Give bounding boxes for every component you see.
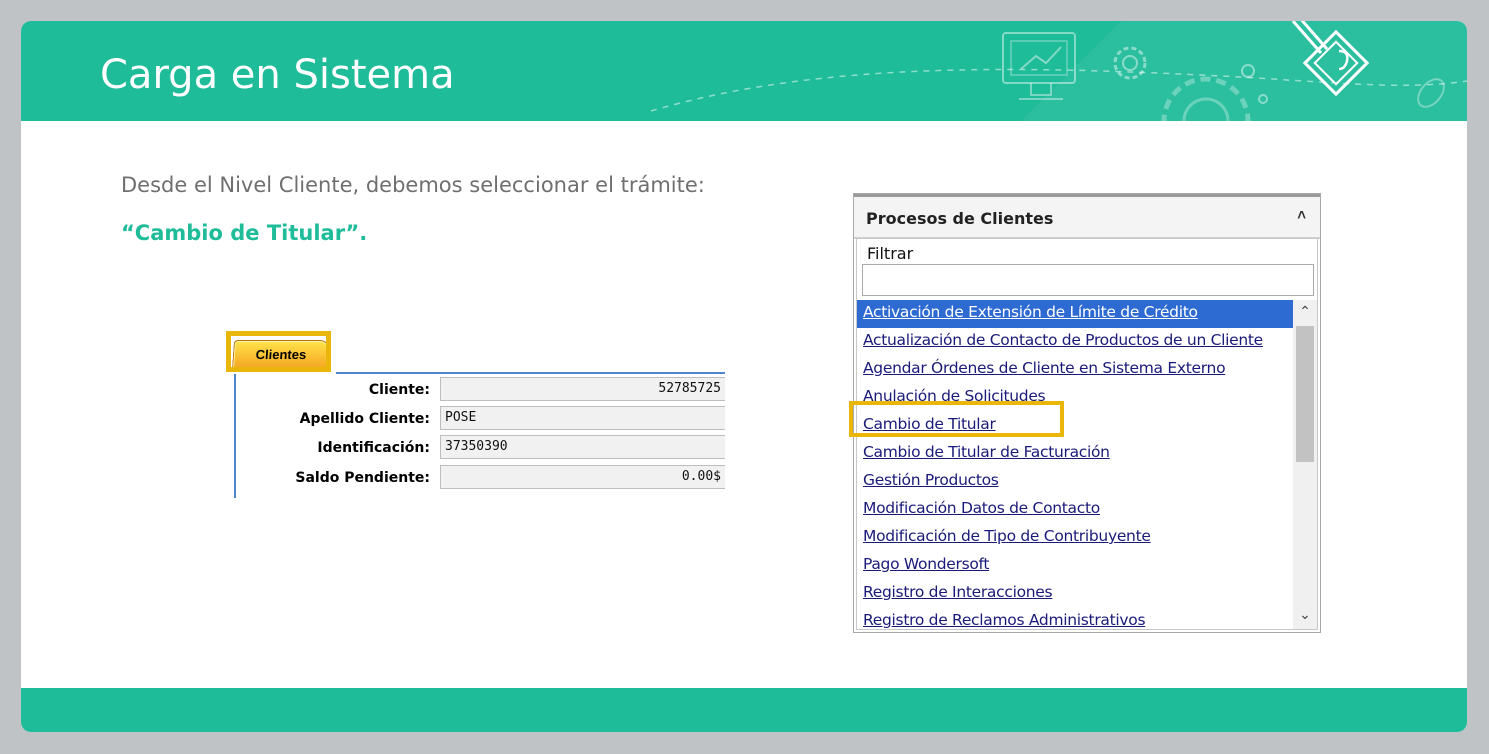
tab-highlight-box	[226, 331, 331, 372]
panel-border	[336, 372, 725, 374]
list-item-gestion-productos[interactable]: Gestión Productos	[857, 468, 1293, 496]
field-label: Cliente:	[368, 382, 430, 398]
double-chevron-up-icon[interactable]: ˄	[1297, 207, 1306, 224]
header-banner: Carga en Sistema	[21, 21, 1467, 121]
form-row-cliente: Cliente: 52785725	[223, 377, 725, 403]
scroll-thumb[interactable]	[1296, 326, 1314, 462]
field-label: Apellido Cliente:	[299, 411, 430, 427]
filter-label: Filtrar	[867, 244, 914, 263]
slide: Carga en Sistema Desde el Nivel Cliente,…	[21, 21, 1467, 732]
field-label: Identificación:	[317, 440, 430, 456]
chevron-up-icon[interactable]: ⌃	[1293, 300, 1317, 322]
form-row-identificacion: Identificación: 37350390	[223, 435, 725, 461]
list-item-actualizacion[interactable]: Actualización de Contacto de Productos d…	[857, 328, 1293, 356]
item-highlight-box	[849, 401, 1064, 437]
instruction-emphasis: “Cambio de Titular”.	[121, 221, 368, 245]
client-form-panel: Clientes Cliente: 52785725 Apellido Clie…	[223, 328, 725, 498]
list-item-agendar[interactable]: Agendar Órdenes de Cliente en Sistema Ex…	[857, 356, 1293, 384]
list-scrollbar[interactable]: ⌃ ⌄	[1293, 300, 1317, 629]
process-list: Activación de Extensión de Límite de Cré…	[857, 300, 1293, 630]
process-panel-header: Procesos de Clientes ˄	[854, 197, 1320, 239]
list-item-activacion[interactable]: Activación de Extensión de Límite de Cré…	[857, 300, 1293, 328]
filter-input[interactable]	[862, 264, 1314, 296]
footer-bar	[21, 688, 1467, 732]
field-label: Saldo Pendiente:	[295, 470, 430, 486]
cliente-field[interactable]: 52785725	[440, 377, 725, 401]
identificacion-field[interactable]: 37350390	[440, 435, 725, 459]
saldo-pendiente-field[interactable]: 0.00$	[440, 465, 725, 489]
apellido-cliente-field[interactable]: POSE	[440, 406, 725, 430]
list-item-cambio-titular-facturacion[interactable]: Cambio de Titular de Facturación	[857, 440, 1293, 468]
list-item-registro-reclamos[interactable]: Registro de Reclamos Administrativos	[857, 608, 1293, 630]
chevron-down-icon[interactable]: ⌄	[1293, 603, 1317, 625]
form-row-apellido: Apellido Cliente: POSE	[223, 406, 725, 432]
list-item-modificacion-contribuyente[interactable]: Modificación de Tipo de Contribuyente	[857, 524, 1293, 552]
instruction-text: Desde el Nivel Cliente, debemos seleccio…	[121, 173, 705, 197]
process-panel-title: Procesos de Clientes	[866, 209, 1054, 228]
list-item-registro-interacciones[interactable]: Registro de Interacciones	[857, 580, 1293, 608]
list-item-modificacion-contacto[interactable]: Modificación Datos de Contacto	[857, 496, 1293, 524]
list-item-pago-wondersoft[interactable]: Pago Wondersoft	[857, 552, 1293, 580]
form-row-saldo: Saldo Pendiente: 0.00$	[223, 465, 725, 491]
slide-title: Carga en Sistema	[100, 52, 455, 98]
